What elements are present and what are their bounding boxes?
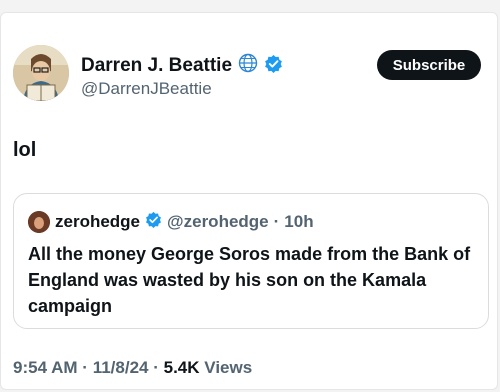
- verified-badge-icon: [264, 54, 283, 78]
- tweet-date[interactable]: 11/8/24: [93, 358, 149, 377]
- quoted-separator: ·: [273, 212, 280, 231]
- subscribe-button[interactable]: Subscribe: [377, 50, 481, 80]
- tweet-text: lol: [13, 139, 37, 161]
- quoted-verified-badge-icon: [145, 211, 162, 233]
- views-label: Views: [204, 358, 253, 377]
- author-name-row: Darren J. Beattie: [81, 53, 283, 78]
- globe-icon: [238, 53, 258, 78]
- quoted-tweet-header: zerohedge @zerohedge · 10h: [28, 211, 314, 233]
- quoted-author-avatar[interactable]: [28, 211, 50, 233]
- quoted-tweet-text: All the money George Soros made from the…: [28, 244, 471, 316]
- quoted-tweet[interactable]: zerohedge @zerohedge · 10h All the money…: [13, 193, 489, 329]
- tweet-card: Darren J. Beattie @DarrenJBeattie Subscr…: [0, 12, 498, 390]
- author-handle[interactable]: @DarrenJBeattie: [81, 79, 212, 99]
- quoted-timestamp[interactable]: 10h: [284, 212, 313, 232]
- footer-separator: ·: [82, 358, 88, 377]
- author-display-name[interactable]: Darren J. Beattie: [81, 55, 232, 77]
- quoted-author-name[interactable]: zerohedge: [55, 212, 140, 232]
- author-avatar[interactable]: [13, 45, 69, 101]
- footer-separator: ·: [153, 358, 159, 377]
- views-count[interactable]: 5.4K: [164, 358, 200, 377]
- quoted-author-handle[interactable]: @zerohedge: [167, 212, 269, 232]
- tweet-time[interactable]: 9:54 AM: [13, 358, 78, 377]
- tweet-footer: 9:54 AM · 11/8/24 · 5.4K Views: [13, 358, 252, 378]
